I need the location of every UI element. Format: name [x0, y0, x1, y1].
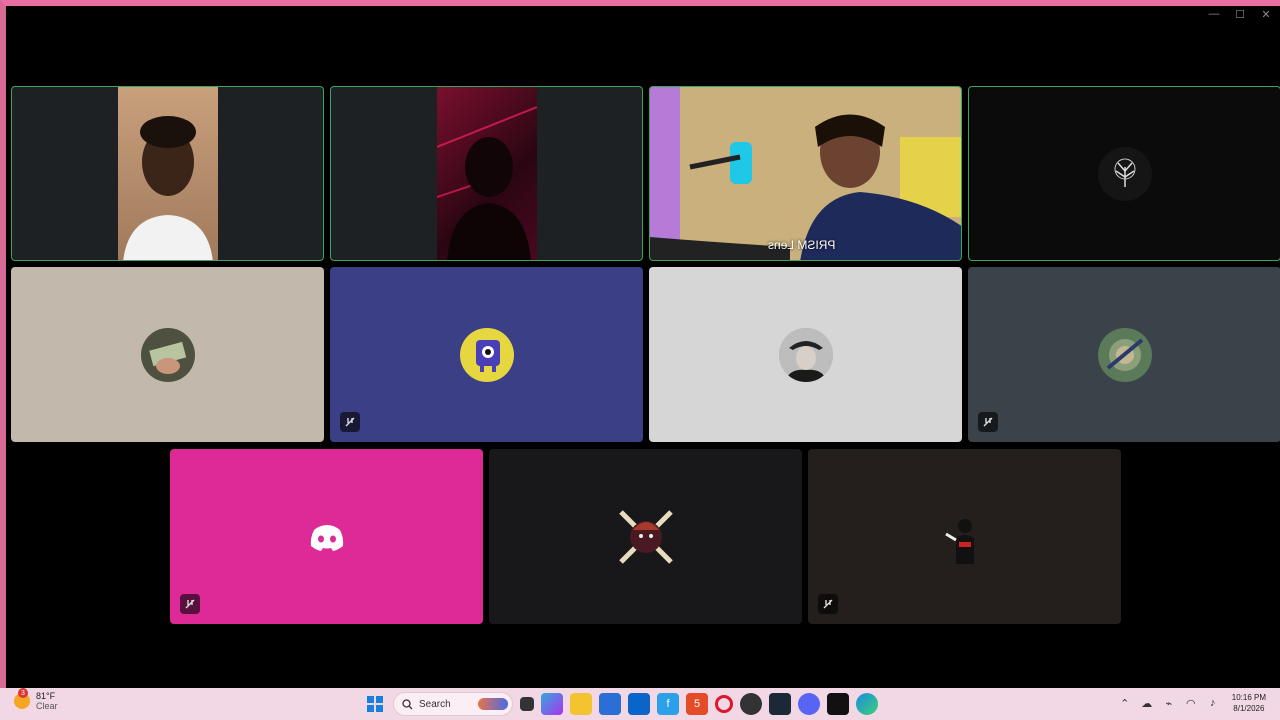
wifi-icon[interactable]: ◠	[1184, 697, 1198, 710]
weather-icon: 3	[14, 688, 30, 709]
taskbar: 3 81°F Clear Search f 5 ⌃ ☁ ⌁ ◠ ♪ 10:16 …	[0, 688, 1280, 720]
taskbar-apps: Search f 5	[364, 692, 878, 716]
network-icon[interactable]: ⌁	[1162, 697, 1176, 710]
participant-avatar	[1097, 327, 1152, 382]
muted-icon	[978, 412, 998, 432]
audio-app-icon[interactable]	[827, 693, 849, 715]
participant-tile-avatar[interactable]	[808, 449, 1121, 624]
steam-icon[interactable]	[769, 693, 791, 715]
clock-date: 8/1/2026	[1233, 704, 1265, 713]
discord-logo-icon	[300, 510, 354, 564]
volume-icon[interactable]: ♪	[1206, 697, 1220, 709]
video-feed	[650, 87, 961, 260]
notification-badge: 3	[18, 688, 28, 698]
copilot-icon[interactable]	[541, 693, 563, 715]
opera-icon[interactable]	[715, 695, 733, 713]
muted-icon	[340, 412, 360, 432]
chevron-up-icon[interactable]: ⌃	[1118, 697, 1132, 710]
participant-tile-avatar[interactable]	[968, 86, 1280, 261]
search-placeholder: Search	[419, 698, 451, 710]
participant-tile-avatar[interactable]	[489, 449, 802, 624]
microsoft-store-icon[interactable]	[599, 693, 621, 715]
weather-temperature: 81°F	[36, 691, 56, 701]
clock[interactable]: 10:16 PM 8/1/2026	[1232, 692, 1266, 714]
maximize-button[interactable]: ☐	[1234, 8, 1246, 21]
minimize-button[interactable]: —	[1208, 8, 1220, 21]
discord-icon[interactable]	[798, 693, 820, 715]
participant-avatar	[611, 502, 681, 572]
participant-tile-video[interactable]: PRISM Lens	[649, 86, 962, 261]
weather-condition: Clear	[36, 701, 58, 711]
facebook-icon[interactable]: f	[657, 693, 679, 715]
chrome-icon[interactable]	[740, 693, 762, 715]
participant-tile-video[interactable]	[330, 86, 643, 261]
participant-avatar	[778, 327, 833, 382]
muted-icon	[180, 594, 200, 614]
participant-tile-avatar[interactable]	[968, 267, 1280, 442]
participant-avatar	[459, 327, 514, 382]
participant-name: PRISM Lens	[768, 238, 836, 252]
participant-tile-avatar[interactable]	[11, 267, 324, 442]
window-controls: — ☐ ✕	[1208, 8, 1272, 21]
close-button[interactable]: ✕	[1260, 8, 1272, 21]
edge-icon[interactable]	[856, 693, 878, 715]
onedrive-icon[interactable]: ☁	[1140, 697, 1154, 710]
search-highlight-icon	[478, 698, 508, 710]
system-tray: ⌃ ☁ ⌁ ◠ ♪ 10:16 PM 8/1/2026	[1118, 692, 1266, 714]
clock-time: 10:16 PM	[1231, 693, 1266, 702]
weather-widget[interactable]: 3 81°F Clear	[14, 688, 58, 711]
file-explorer-icon[interactable]	[570, 693, 592, 715]
task-view-icon[interactable]	[520, 697, 534, 711]
video-feed	[436, 87, 538, 260]
start-button[interactable]	[364, 693, 386, 715]
search-input[interactable]: Search	[393, 692, 513, 716]
participant-tile-discord[interactable]	[170, 449, 483, 624]
search-icon	[402, 698, 413, 709]
participant-tile-avatar[interactable]	[330, 267, 643, 442]
muted-icon	[818, 594, 838, 614]
video-feed	[118, 87, 218, 260]
participant-tile-video[interactable]	[11, 86, 324, 261]
participant-avatar	[140, 327, 195, 382]
participant-avatar	[1097, 146, 1152, 201]
participant-avatar	[938, 510, 992, 564]
outlook-icon[interactable]	[628, 693, 650, 715]
participant-tile-avatar[interactable]	[649, 267, 962, 442]
html5-icon[interactable]: 5	[686, 693, 708, 715]
